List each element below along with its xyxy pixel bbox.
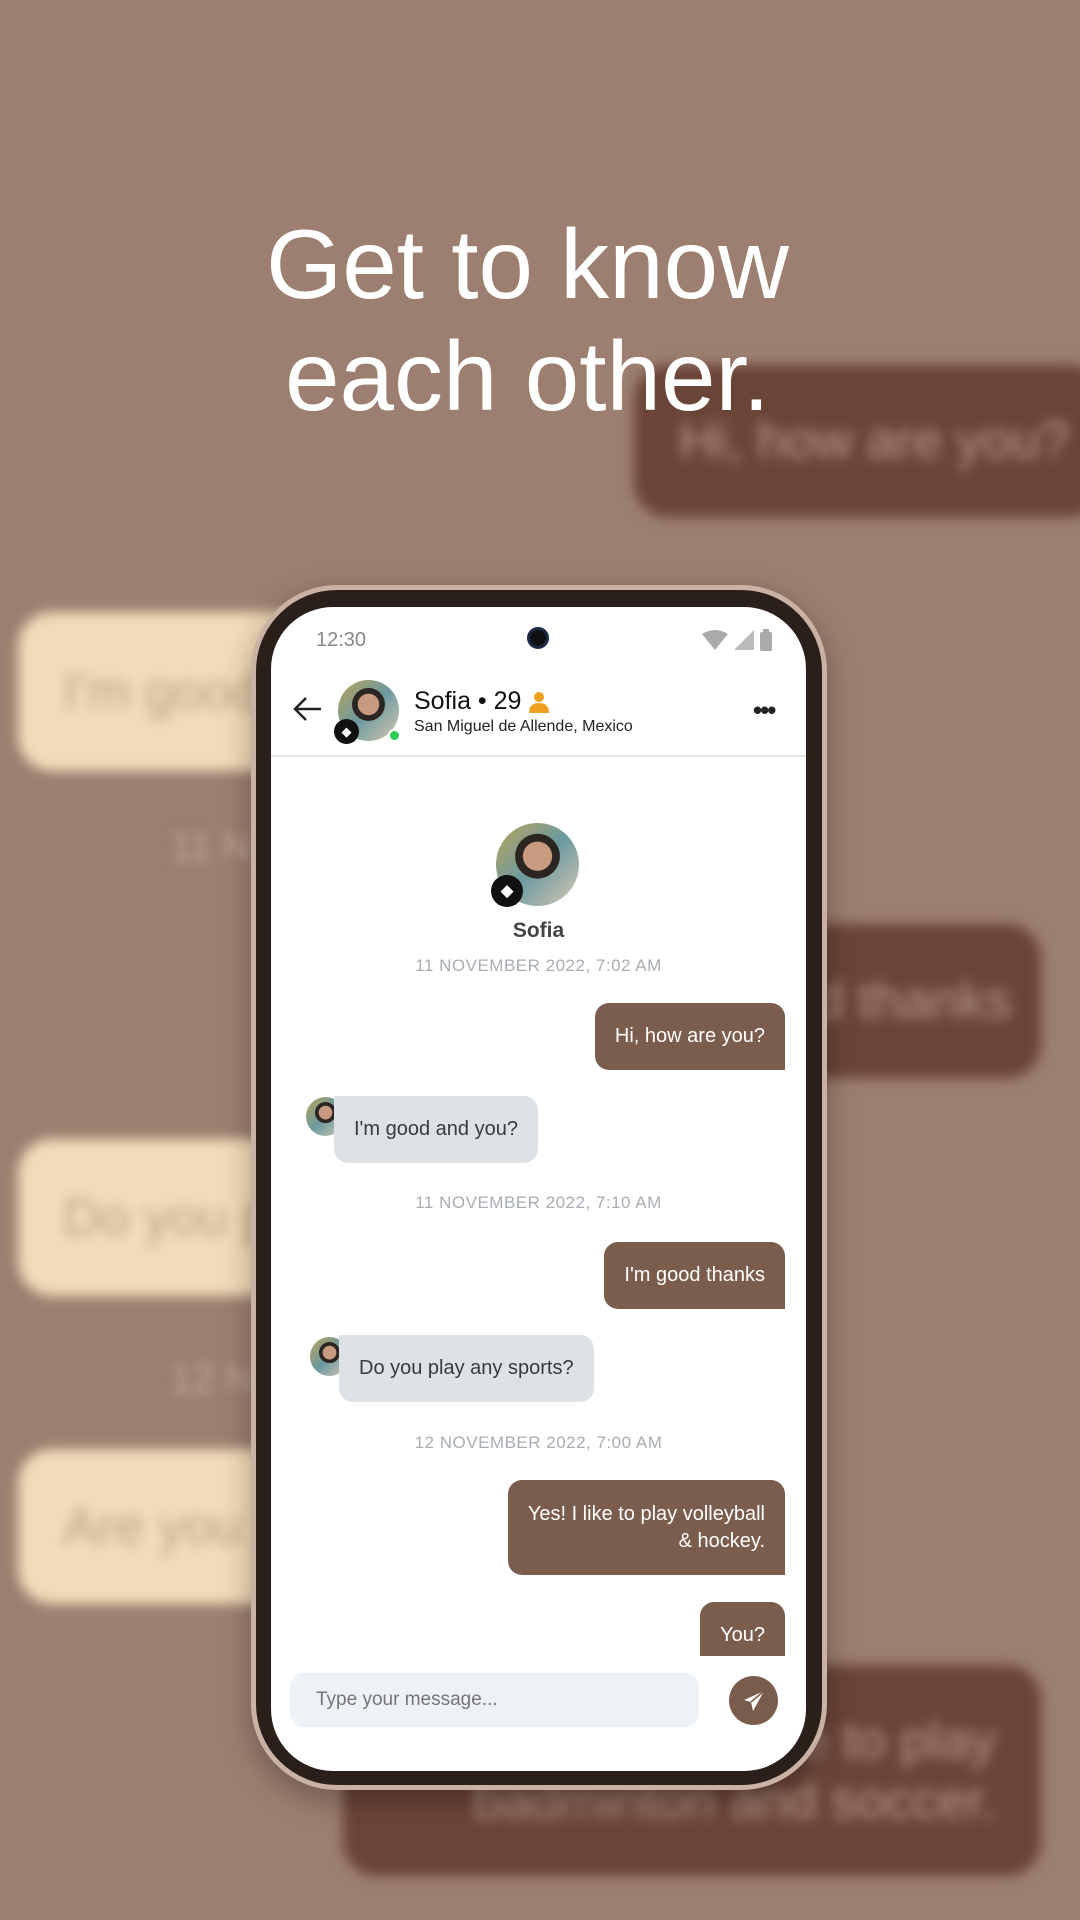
message-input[interactable]	[290, 1673, 699, 1727]
more-options-icon[interactable]: •••	[753, 695, 776, 726]
bg-date: 12 N	[170, 1357, 255, 1401]
message-incoming: Do you play any sports?	[339, 1335, 594, 1402]
battery-icon	[760, 629, 772, 651]
send-button[interactable]	[729, 1676, 778, 1725]
verified-user-icon	[529, 691, 550, 713]
message-outgoing: I'm good thanks	[604, 1242, 785, 1309]
message-incoming: I'm good and you?	[334, 1096, 538, 1163]
location: San Miguel de Allende, Mexico	[414, 718, 633, 735]
message-outgoing: You?	[700, 1602, 785, 1656]
header-title: Sofia • 29	[414, 687, 550, 716]
date-separator: 12 NOVEMBER 2022, 7:00 AM	[414, 1433, 663, 1452]
headline: Get to know each other.	[266, 209, 789, 431]
message-outgoing: Yes! I like to play volleyball & hockey.	[507, 1480, 785, 1575]
back-arrow-icon[interactable]	[293, 696, 323, 722]
wifi-icon	[702, 630, 728, 650]
send-icon	[743, 1689, 764, 1711]
status-icons	[702, 629, 772, 651]
header-divider	[271, 755, 806, 757]
date-separator: 11 NOVEMBER 2022, 7:10 AM	[415, 1193, 662, 1212]
signal-icon	[734, 630, 754, 650]
status-time: 12:30	[316, 629, 367, 651]
profile-name: Sofia	[512, 919, 565, 942]
bg-date: 11 N	[170, 825, 252, 869]
online-indicator	[388, 729, 401, 742]
diamond-icon: ◆	[334, 719, 359, 744]
phone-screen: 12:30 ◆ Sofia • 29 San Miguel de Allende…	[271, 607, 806, 1771]
name-age: Sofia • 29	[414, 687, 522, 715]
camera-icon	[527, 627, 549, 649]
diamond-icon: ◆	[491, 875, 523, 907]
message-outgoing: Hi, how are you?	[594, 1003, 785, 1070]
date-separator: 11 NOVEMBER 2022, 7:02 AM	[415, 956, 662, 975]
